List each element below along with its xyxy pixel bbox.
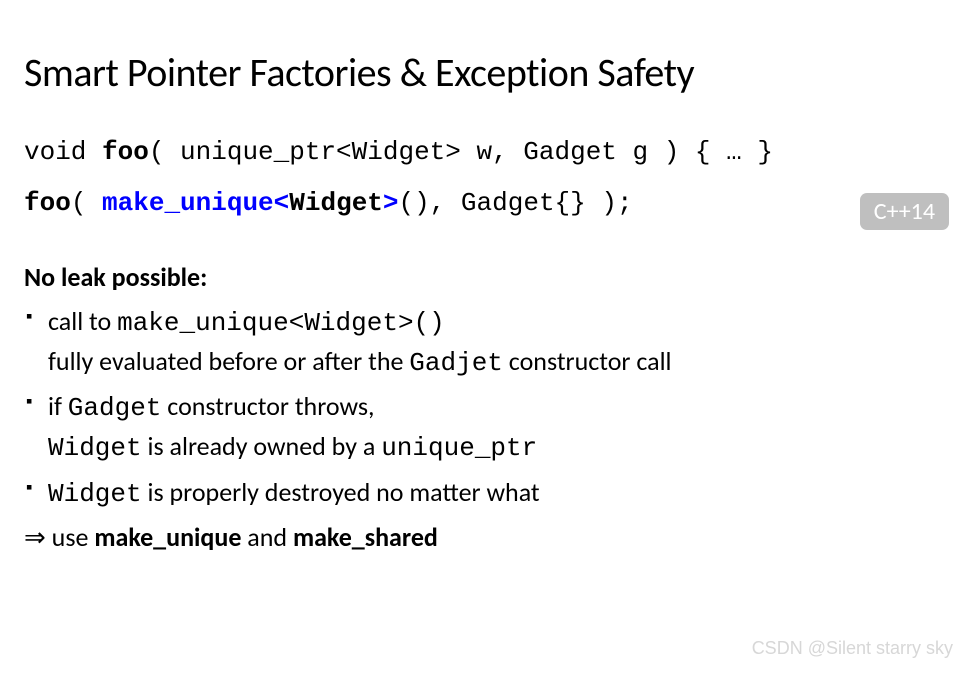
- conclusion-pre: use: [52, 521, 95, 553]
- text-span: fully evaluated before or after the: [48, 345, 409, 377]
- section-heading: No leak possible:: [24, 261, 951, 293]
- code-widget-type: Widget: [289, 188, 383, 218]
- text-span: constructor throws,: [161, 390, 374, 422]
- code-func-name: foo: [102, 137, 149, 167]
- watermark: CSDN @Silent starry sky: [752, 638, 953, 659]
- text-span: make_unique<Widget>(): [117, 308, 445, 338]
- code-open: (: [71, 188, 102, 218]
- conclusion-line: ⇒ use make_unique and make_shared: [24, 521, 951, 553]
- text-span: Gadjet: [409, 348, 503, 378]
- code-block: void foo( unique_ptr<Widget> w, Gadget g…: [24, 133, 951, 223]
- text-span: is properly destroyed no matter what: [142, 476, 540, 508]
- text-span: call to: [48, 305, 117, 337]
- conclusion-make-unique: make_unique: [94, 521, 241, 553]
- list-item: call to make_unique<Widget>()fully evalu…: [26, 303, 951, 382]
- text-span: is already owned by a: [142, 430, 382, 462]
- arrow-icon: ⇒: [24, 521, 52, 553]
- list-item: Widget is properly destroyed no matter w…: [26, 474, 951, 514]
- code-line-2: foo( make_unique<Widget>(), Gadget{} );: [24, 184, 951, 223]
- conclusion-make-shared: make_shared: [293, 521, 438, 553]
- text-span: if: [48, 390, 68, 422]
- bullet-list: call to make_unique<Widget>()fully evalu…: [24, 303, 951, 513]
- text-span: Gadget: [68, 393, 162, 423]
- code-make-unique: make_unique: [102, 188, 274, 218]
- code-keyword: void: [24, 137, 102, 167]
- list-item: if Gadget constructor throws, Widget is a…: [26, 388, 951, 467]
- code-line-1: void foo( unique_ptr<Widget> w, Gadget g…: [24, 133, 951, 172]
- code-rest: (), Gadget{} );: [399, 188, 633, 218]
- cpp-version-badge: C++14: [860, 193, 949, 230]
- text-span: Widget: [48, 433, 142, 463]
- text-span: constructor call: [503, 345, 672, 377]
- slide-title: Smart Pointer Factories & Exception Safe…: [24, 48, 951, 97]
- code-lt: <: [274, 188, 290, 218]
- text-span: Widget: [48, 479, 142, 509]
- code-params: ( unique_ptr<Widget> w, Gadget g ) { … }: [149, 137, 773, 167]
- code-func-call: foo: [24, 188, 71, 218]
- code-gt: >: [383, 188, 399, 218]
- conclusion-mid: and: [241, 521, 293, 553]
- text-span: unique_ptr: [381, 433, 537, 463]
